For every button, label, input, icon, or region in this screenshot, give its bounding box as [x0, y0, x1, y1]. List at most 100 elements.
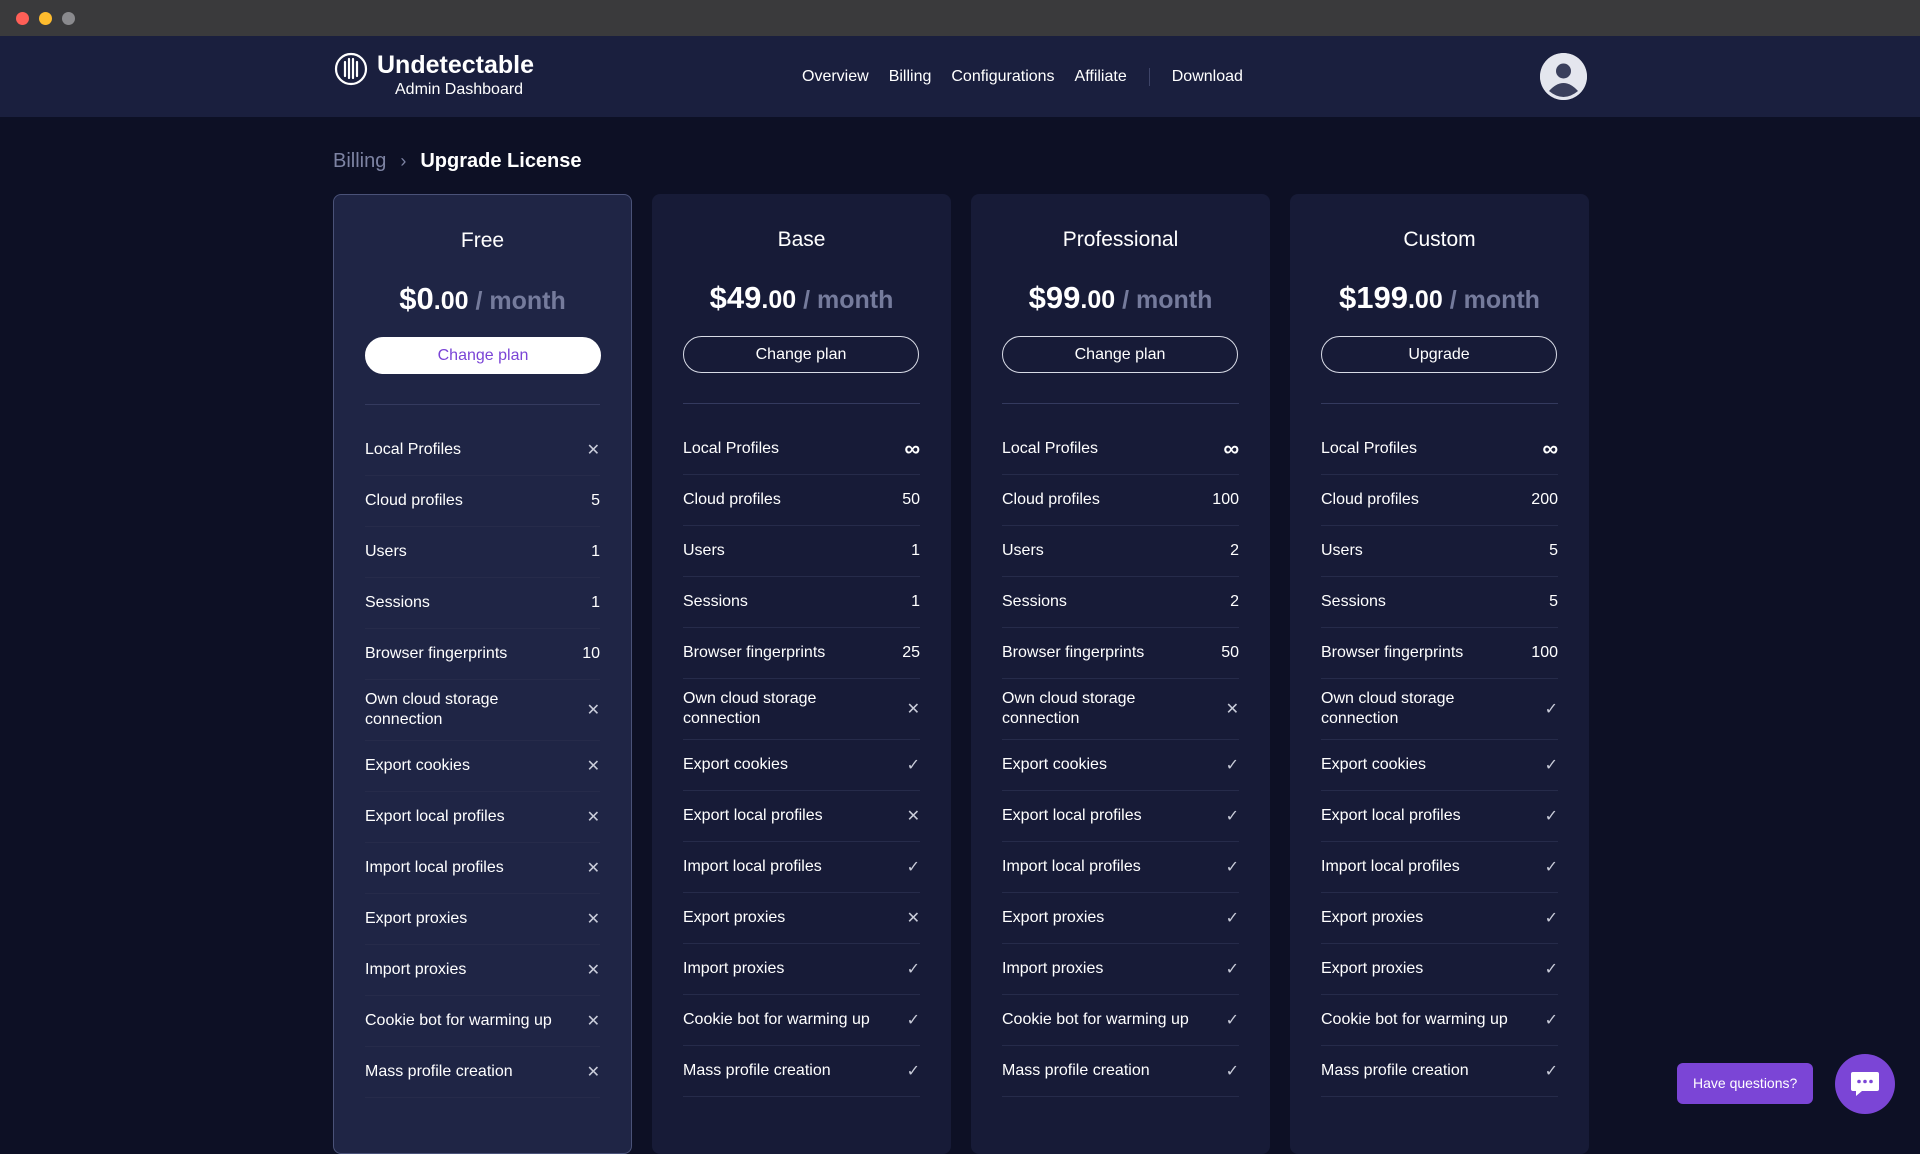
- feature-label: Users: [1321, 542, 1363, 559]
- feature-value: 100: [1212, 491, 1239, 508]
- base-plan-button[interactable]: Change plan: [683, 336, 919, 373]
- feature-label: Cloud profiles: [1321, 491, 1419, 508]
- have-questions-label[interactable]: Have questions?: [1677, 1063, 1814, 1104]
- feature-label: Sessions: [1321, 593, 1386, 610]
- feature-label: Users: [365, 543, 407, 560]
- cross-icon: ✕: [586, 442, 600, 459]
- feature-label: Export cookies: [365, 757, 470, 774]
- feature-label: Own cloud storage connection: [365, 691, 499, 728]
- nav-affiliate[interactable]: Affiliate: [1075, 68, 1127, 86]
- close-window-button[interactable]: [16, 11, 29, 25]
- feature-row: Cookie bot for warming up ✓: [683, 995, 920, 1046]
- check-icon: ✓: [1225, 910, 1239, 927]
- feature-row: Import local profiles ✕: [365, 843, 600, 894]
- plan-name: Professional: [1062, 228, 1179, 251]
- nav-overview[interactable]: Overview: [802, 68, 869, 86]
- plan-price: $99.00 / month: [1002, 280, 1239, 316]
- chat-icon: [1851, 1072, 1879, 1096]
- user-icon: [1540, 53, 1587, 100]
- check-icon: ✓: [1544, 910, 1558, 927]
- feature-row: Export proxies ✓: [1321, 944, 1558, 995]
- feature-row: Export proxies ✕: [365, 894, 600, 945]
- minimize-window-button[interactable]: [39, 11, 52, 25]
- infinity-icon: ∞: [1223, 436, 1239, 461]
- zoom-window-button[interactable]: [62, 11, 75, 25]
- feature-label: Browser fingerprints: [683, 644, 826, 661]
- check-icon: ✓: [1544, 1063, 1558, 1080]
- feature-row: Import proxies ✓: [1002, 944, 1239, 995]
- feature-row: Local Profiles ✕: [365, 425, 600, 476]
- custom-plan-button[interactable]: Upgrade: [1321, 336, 1557, 373]
- feature-label: Export proxies: [1002, 909, 1105, 926]
- feature-label: Local Profiles: [1002, 440, 1099, 457]
- feature-label: Sessions: [1002, 593, 1067, 610]
- feature-row: Import proxies ✕: [365, 945, 600, 996]
- feature-label: Import proxies: [683, 960, 785, 977]
- cross-icon: ✕: [586, 860, 600, 877]
- professional-plan-button[interactable]: Change plan: [1002, 336, 1238, 373]
- plan-price: $49.00 / month: [683, 280, 920, 316]
- feature-value: 1: [911, 542, 920, 559]
- nav-download[interactable]: Download: [1172, 68, 1243, 86]
- plan-card-custom: Custom $199.00 / month Upgrade Local Profil…: [1290, 194, 1589, 1154]
- plan-price: $0.00 / month: [365, 281, 600, 317]
- price-amount: $49: [709, 280, 762, 315]
- check-icon: ✓: [906, 1012, 920, 1029]
- feature-label: Mass profile creation: [683, 1062, 831, 1079]
- nav-configurations[interactable]: Configurations: [951, 68, 1054, 86]
- feature-row: Cloud profiles 200: [1321, 475, 1558, 526]
- feature-label: Export cookies: [1002, 756, 1107, 773]
- feature-value: 100: [1531, 644, 1558, 661]
- check-icon: ✓: [1225, 961, 1239, 978]
- feature-label: Export local profiles: [365, 808, 505, 825]
- feature-label: Own cloud storage connection: [1321, 690, 1455, 727]
- feature-row: Mass profile creation ✕: [365, 1047, 600, 1098]
- feature-row: Mass profile creation ✓: [1321, 1046, 1558, 1097]
- breadcrumb-billing[interactable]: Billing: [333, 150, 386, 173]
- feature-row: Own cloud storage connection ✕: [365, 680, 600, 741]
- feature-row: Export local profiles ✕: [683, 791, 920, 842]
- feature-value: 2: [1230, 542, 1239, 559]
- nav-billing[interactable]: Billing: [889, 68, 932, 86]
- check-icon: ✓: [1544, 859, 1558, 876]
- page-title: Upgrade License: [420, 150, 582, 172]
- price-amount: $99: [1028, 280, 1081, 315]
- feature-label: Cookie bot for warming up: [683, 1011, 870, 1028]
- brand-name: Undetectable: [377, 51, 534, 79]
- feature-label: Cloud profiles: [683, 491, 781, 508]
- feature-row: Cookie bot for warming up ✕: [365, 996, 600, 1047]
- feature-label: Export local profiles: [1002, 807, 1142, 824]
- plan-card-free: Free $0.00 / month Change plan Local Profil…: [333, 194, 632, 1154]
- feature-label: Import local profiles: [365, 859, 504, 876]
- feature-label: Browser fingerprints: [1002, 644, 1145, 661]
- check-icon: ✓: [1544, 701, 1558, 718]
- feature-label: Import local profiles: [1321, 858, 1460, 875]
- feature-label: Cookie bot for warming up: [365, 1012, 552, 1029]
- feature-label: Export local profiles: [1321, 807, 1461, 824]
- check-icon: ✓: [906, 961, 920, 978]
- check-icon: ✓: [1225, 859, 1239, 876]
- feature-label: Cookie bot for warming up: [1002, 1011, 1189, 1028]
- price-cents: .00: [761, 286, 797, 314]
- feature-label: Browser fingerprints: [1321, 644, 1464, 661]
- brand[interactable]: Undetectable Admin Dashboard: [333, 50, 534, 100]
- cross-icon: ✕: [586, 1013, 600, 1030]
- price-cents: .00: [1080, 286, 1116, 314]
- free-plan-button[interactable]: Change plan: [365, 337, 601, 374]
- check-icon: ✓: [906, 859, 920, 876]
- feature-label: Browser fingerprints: [365, 645, 508, 662]
- feature-value: 50: [1221, 644, 1239, 661]
- feature-row: Browser fingerprints 10: [365, 629, 600, 680]
- feature-row: Local Profiles ∞: [1002, 424, 1239, 475]
- check-icon: ✓: [1544, 808, 1558, 825]
- divider: [365, 404, 600, 405]
- window-titlebar: [0, 0, 1920, 36]
- user-avatar[interactable]: [1540, 53, 1587, 100]
- feature-label: Users: [1002, 542, 1044, 559]
- feature-row: Mass profile creation ✓: [1002, 1046, 1239, 1097]
- cross-icon: ✕: [586, 809, 600, 826]
- feature-value: 1: [591, 543, 600, 560]
- chat-button[interactable]: [1835, 1054, 1895, 1114]
- main-menu: Overview Billing Configurations Affiliat…: [802, 36, 1243, 117]
- feature-value: 1: [591, 594, 600, 611]
